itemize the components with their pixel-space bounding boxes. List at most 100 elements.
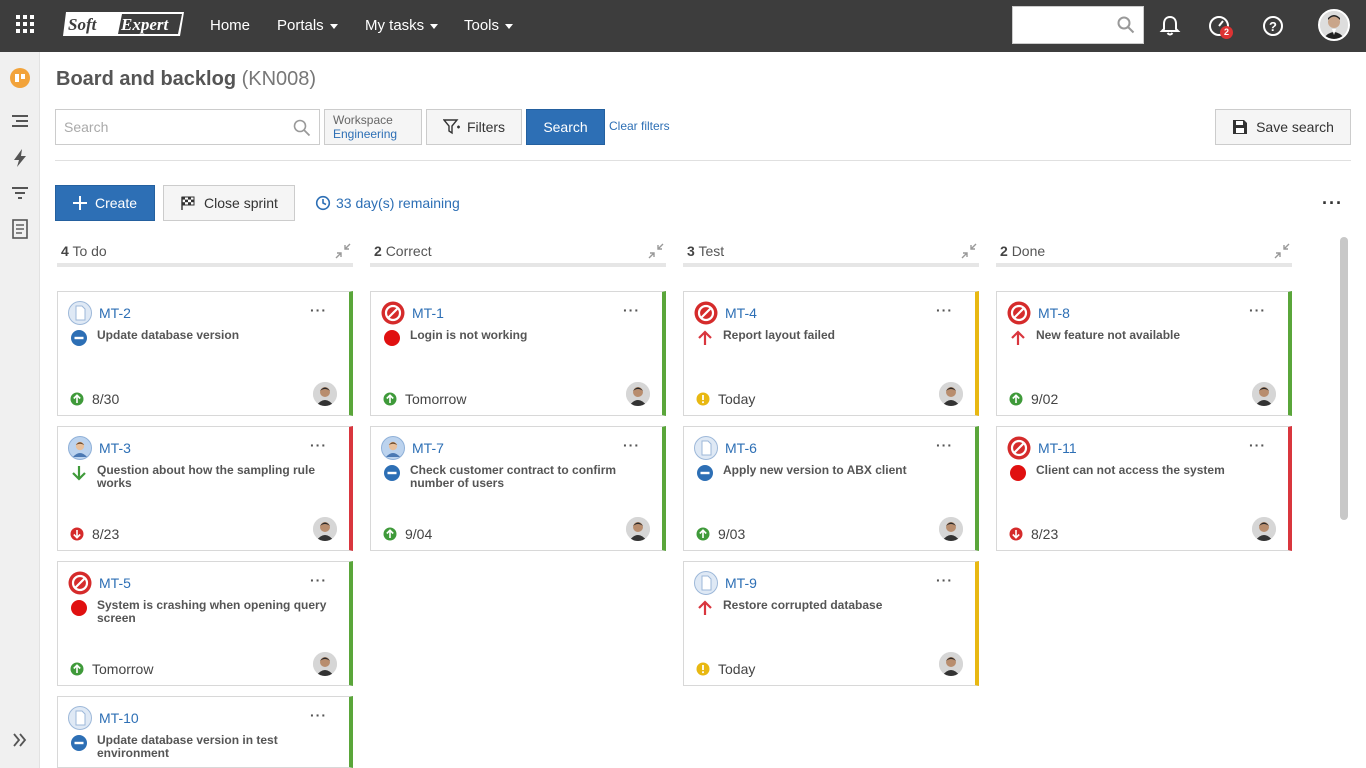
task-card[interactable]: MT-10 ··· Update database version in test … (57, 696, 353, 768)
assignee-avatar[interactable] (939, 382, 963, 406)
column-count: 3 (687, 243, 695, 259)
search-icon[interactable] (293, 119, 311, 137)
assignee-avatar[interactable] (1252, 382, 1276, 406)
card-more-icon[interactable]: ··· (936, 302, 953, 318)
assignee-avatar[interactable] (626, 382, 650, 406)
card-id-link[interactable]: MT-5 (99, 575, 131, 591)
card-more-icon[interactable]: ··· (310, 302, 327, 318)
help-icon[interactable]: ? (1261, 14, 1285, 38)
assignee-avatar[interactable] (313, 652, 337, 676)
board-scrollbar[interactable] (1340, 237, 1348, 520)
assignee-avatar[interactable] (939, 517, 963, 541)
top-search-input[interactable] (1012, 6, 1144, 44)
arrow-up-circle-icon (1009, 392, 1027, 406)
search-button[interactable]: Search (526, 109, 605, 145)
card-more-icon[interactable]: ··· (623, 437, 640, 453)
collapse-icon[interactable] (648, 243, 664, 259)
assignee-avatar[interactable] (313, 517, 337, 541)
card-more-icon[interactable]: ··· (310, 707, 327, 723)
card-id-link[interactable]: MT-4 (725, 305, 757, 321)
red-dot-icon (1009, 464, 1027, 482)
card-more-icon[interactable]: ··· (1249, 302, 1266, 318)
assignee-avatar[interactable] (313, 382, 337, 406)
task-card[interactable]: MT-4 ··· Report layout failed Today (683, 291, 979, 416)
notification-badge: 2 (1220, 26, 1233, 39)
collapse-icon[interactable] (1274, 243, 1290, 259)
task-card[interactable]: MT-3 ··· Question about how the sampling r… (57, 426, 353, 551)
filter-lines-icon[interactable] (9, 182, 31, 204)
card-id-link[interactable]: MT-7 (412, 440, 444, 456)
task-card[interactable]: MT-8 ··· New feature not available 9/02 (996, 291, 1292, 416)
expand-sidebar-icon[interactable] (9, 729, 31, 751)
card-id-link[interactable]: MT-1 (412, 305, 444, 321)
bell-icon[interactable] (1158, 14, 1182, 38)
user-avatar[interactable] (1318, 9, 1350, 41)
card-id-link[interactable]: MT-11 (1038, 440, 1077, 456)
minus-circle-icon (383, 464, 401, 482)
task-card[interactable]: MT-5 ··· System is crashing when opening q… (57, 561, 353, 686)
task-card[interactable]: MT-11 ··· Client can not access the system… (996, 426, 1292, 551)
nav-home[interactable]: Home (210, 17, 250, 34)
card-due-date: Today (696, 391, 755, 407)
nav-portals[interactable]: Portals (277, 17, 338, 34)
search-field[interactable] (55, 109, 320, 145)
card-more-icon[interactable]: ··· (936, 437, 953, 453)
clear-filters-link[interactable]: Clear filters (609, 119, 670, 133)
card-id-link[interactable]: MT-3 (99, 440, 131, 456)
warning-circle-icon (696, 662, 714, 676)
search-icon[interactable] (1117, 16, 1135, 34)
card-id-link[interactable]: MT-6 (725, 440, 757, 456)
card-due-date: 9/02 (1009, 391, 1058, 407)
save-search-button[interactable]: Save search (1215, 109, 1351, 145)
red-dot-icon (383, 329, 401, 347)
collapse-icon[interactable] (961, 243, 977, 259)
search-input[interactable] (56, 110, 276, 144)
task-card[interactable]: MT-7 ··· Check customer contract to confir… (370, 426, 666, 551)
task-card[interactable]: MT-2 ··· Update database version 8/30 (57, 291, 353, 416)
task-card[interactable]: MT-9 ··· Restore corrupted database Today (683, 561, 979, 686)
assignee-avatar[interactable] (939, 652, 963, 676)
more-options-icon[interactable]: ··· (1322, 193, 1343, 214)
card-id-link[interactable]: MT-2 (99, 305, 131, 321)
svg-text:?: ? (1269, 19, 1277, 34)
workspace-label: Workspace (333, 113, 393, 127)
nav-tools-label: Tools (464, 17, 500, 34)
assignee-avatar[interactable] (626, 517, 650, 541)
arrow-up-circle-icon (696, 527, 714, 541)
board-icon[interactable] (9, 67, 31, 89)
report-icon[interactable] (9, 218, 31, 240)
caret-down-icon (505, 23, 514, 29)
days-remaining-label: 33 day(s) remaining (336, 195, 460, 211)
card-id-link[interactable]: MT-10 (99, 710, 139, 726)
card-id-link[interactable]: MT-8 (1038, 305, 1070, 321)
collapse-icon[interactable] (335, 243, 351, 259)
card-more-icon[interactable]: ··· (310, 572, 327, 588)
create-button[interactable]: Create (55, 185, 155, 221)
softexpert-logo[interactable]: Soft Expert (62, 10, 188, 38)
lightning-icon[interactable] (9, 147, 31, 169)
save-search-label: Save search (1256, 119, 1334, 135)
close-sprint-button[interactable]: Close sprint (163, 185, 295, 221)
card-date-text: Today (718, 391, 756, 407)
card-more-icon[interactable]: ··· (936, 572, 953, 588)
nav-my-tasks[interactable]: My tasks (365, 17, 439, 34)
card-more-icon[interactable]: ··· (310, 437, 327, 453)
card-more-icon[interactable]: ··· (1249, 437, 1266, 453)
card-title: Check customer contract to confirm numbe… (410, 463, 617, 490)
task-card[interactable]: MT-6 ··· Apply new version to ABX client 9/… (683, 426, 979, 551)
apps-grid-icon[interactable] (16, 15, 36, 35)
task-card[interactable]: MT-1 ··· Login is not working Tomorrow (370, 291, 666, 416)
column-count: 4 (61, 243, 69, 259)
card-title: Login is not working (410, 328, 528, 342)
card-more-icon[interactable]: ··· (623, 302, 640, 318)
backlog-icon[interactable] (9, 110, 31, 132)
nav-tools[interactable]: Tools (464, 17, 514, 34)
assignee-avatar[interactable] (1252, 517, 1276, 541)
days-remaining[interactable]: 33 day(s) remaining (315, 195, 460, 211)
minus-circle-icon (696, 464, 714, 482)
filters-label: Filters (466, 119, 506, 135)
workspace-selector[interactable]: Workspace Engineering (324, 109, 422, 145)
filters-button[interactable]: Filters (426, 109, 522, 145)
arrow-down-circle-icon (1009, 527, 1027, 541)
card-id-link[interactable]: MT-9 (725, 575, 757, 591)
